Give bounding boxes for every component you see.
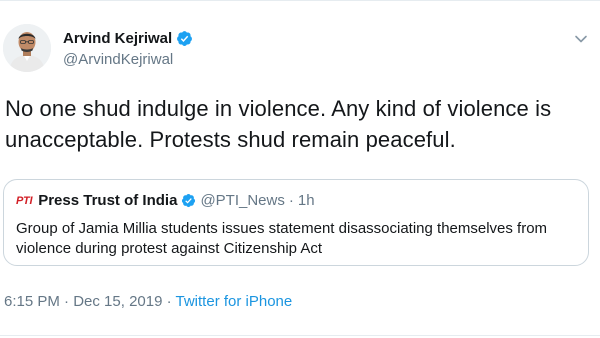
quoted-author-handle: @PTI_News <box>200 192 285 209</box>
top-divider <box>0 0 600 1</box>
chevron-down-icon[interactable] <box>574 32 588 46</box>
meta-separator: · <box>59 293 74 310</box>
avatar[interactable] <box>3 24 51 72</box>
quoted-author-name: Press Trust of India <box>38 192 178 209</box>
verified-badge-icon <box>182 193 196 208</box>
pti-logo: PTI <box>16 194 33 207</box>
verified-badge-icon <box>177 31 193 46</box>
author-name-row[interactable]: Arvind Kejriwal <box>63 30 193 47</box>
author-handle[interactable]: @ArvindKejriwal <box>63 51 173 68</box>
quoted-tweet[interactable]: PTI Press Trust of India @PTI_News · 1h … <box>3 179 589 266</box>
quoted-timestamp[interactable]: 1h <box>298 192 315 209</box>
tweet-date[interactable]: Dec 15, 2019 <box>73 293 162 310</box>
quoted-tweet-text: Group of Jamia Millia students issues st… <box>16 220 548 257</box>
tweet-text: No one shud indulge in violence. Any kin… <box>5 96 552 152</box>
tweet-time[interactable]: 6:15 PM <box>4 293 60 310</box>
quoted-separator: · <box>288 192 294 209</box>
tweet-source-link[interactable]: Twitter for iPhone <box>176 293 293 310</box>
bottom-divider <box>0 335 600 336</box>
quoted-tweet-header: PTI Press Trust of India @PTI_News · 1h <box>16 192 315 209</box>
meta-separator: · <box>162 293 176 310</box>
tweet-metadata: 6:15 PM · Dec 15, 2019 · Twitter for iPh… <box>4 293 292 310</box>
author-display-name[interactable]: Arvind Kejriwal <box>63 30 172 47</box>
